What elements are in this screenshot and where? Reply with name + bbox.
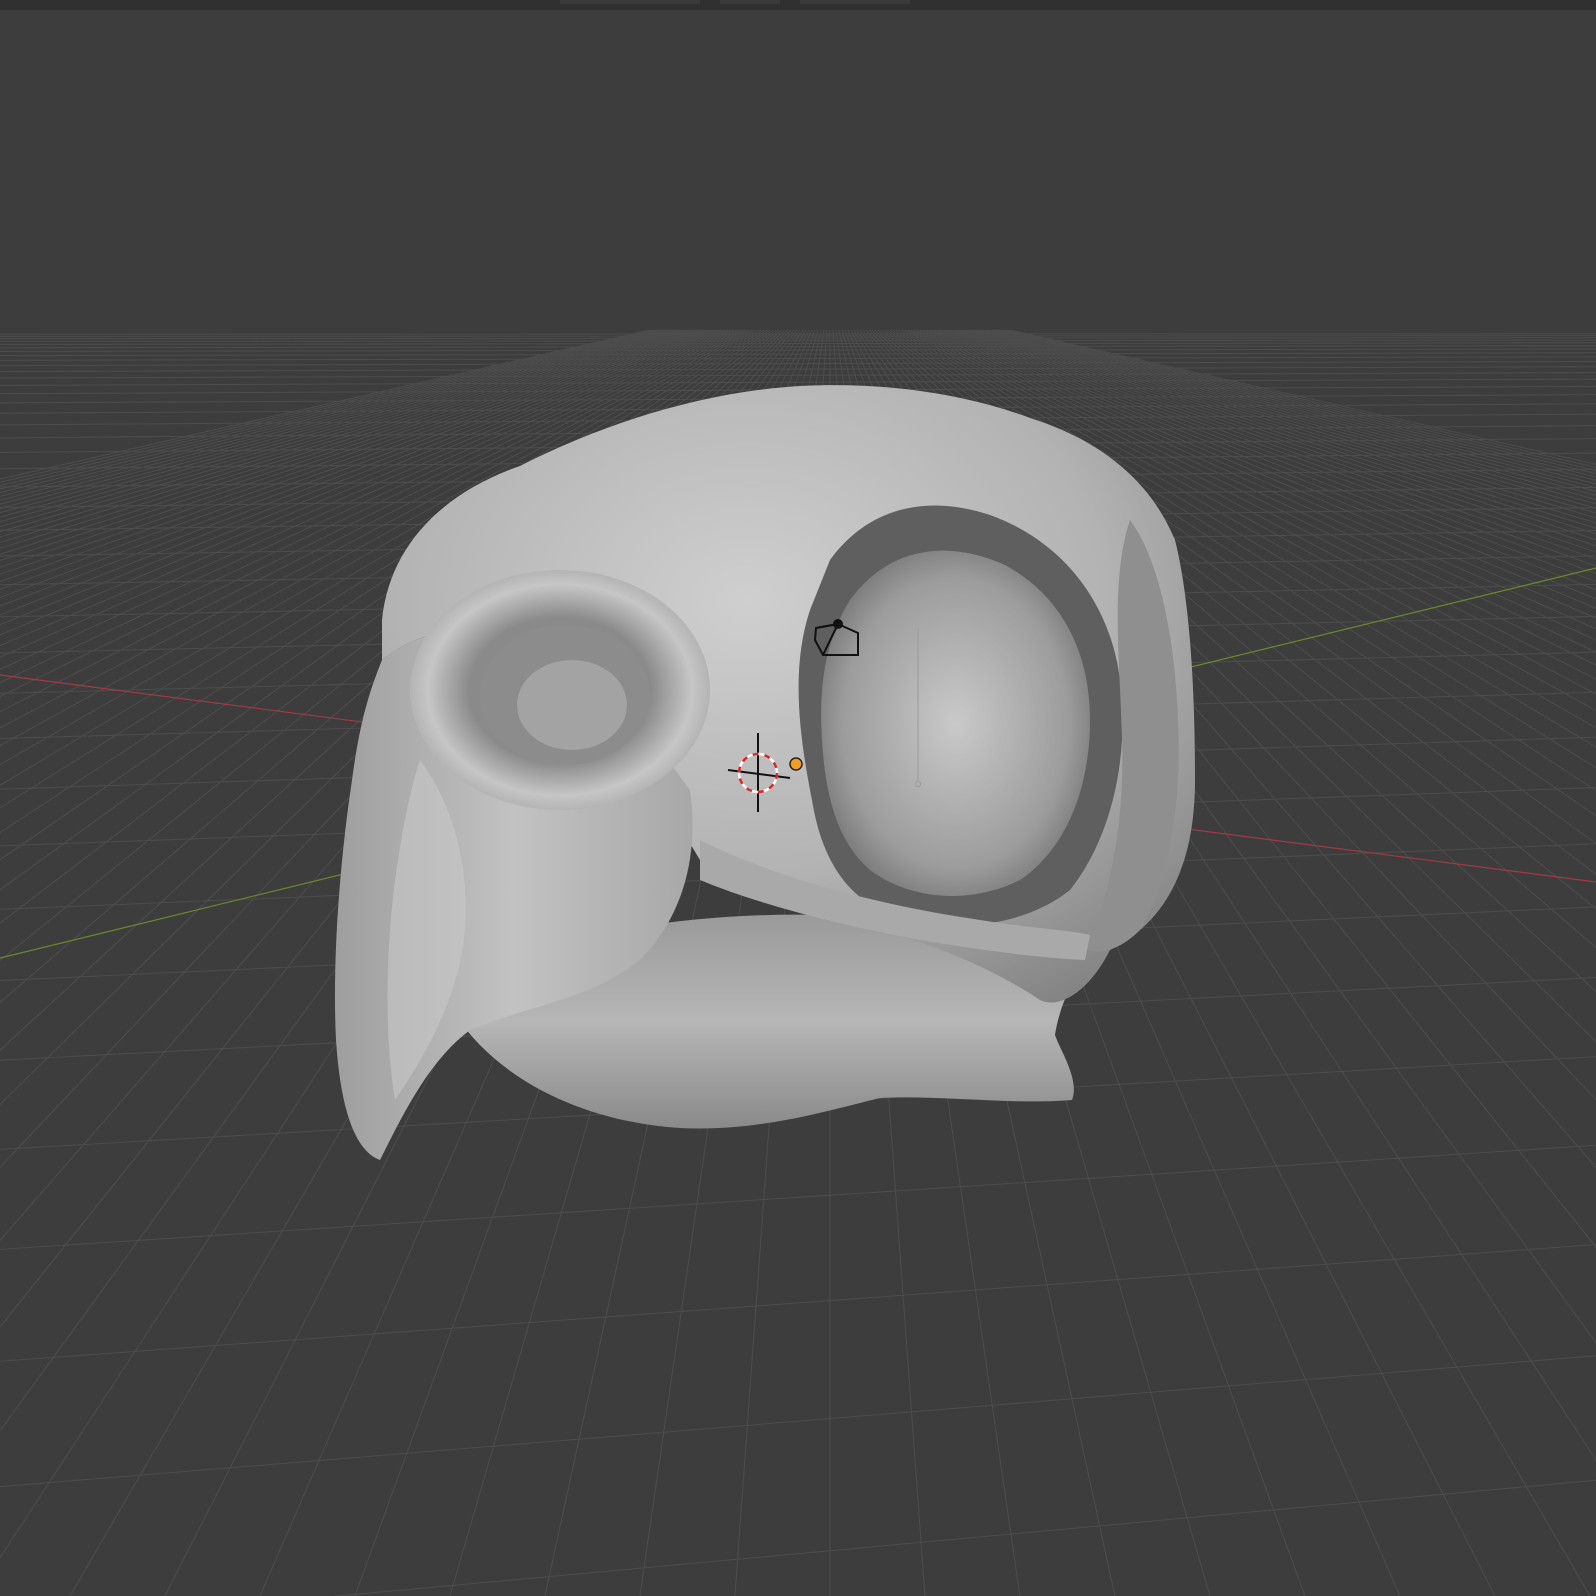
grid-line [0, 345, 1596, 349]
3d-viewport[interactable] [0, 0, 1596, 1596]
grid-line [0, 366, 1596, 372]
camera-pivot [833, 619, 843, 629]
grid-line [0, 339, 1596, 342]
skull-nostril-hole-depth [517, 660, 627, 750]
skull-mesh[interactable] [334, 385, 1195, 1160]
origin-dot-icon[interactable] [789, 757, 803, 771]
grid-line [0, 356, 1596, 361]
grid-line [0, 352, 1596, 357]
skull-orbit-inner [821, 550, 1090, 897]
viewport-canvas[interactable] [0, 0, 1596, 1596]
grid-line [0, 1144, 1596, 1250]
grid-line [0, 1355, 1596, 1488]
grid-line [0, 378, 1596, 386]
grid-line [0, 335, 1596, 337]
grid-line [0, 1244, 1596, 1362]
grid-line [0, 337, 1596, 340]
